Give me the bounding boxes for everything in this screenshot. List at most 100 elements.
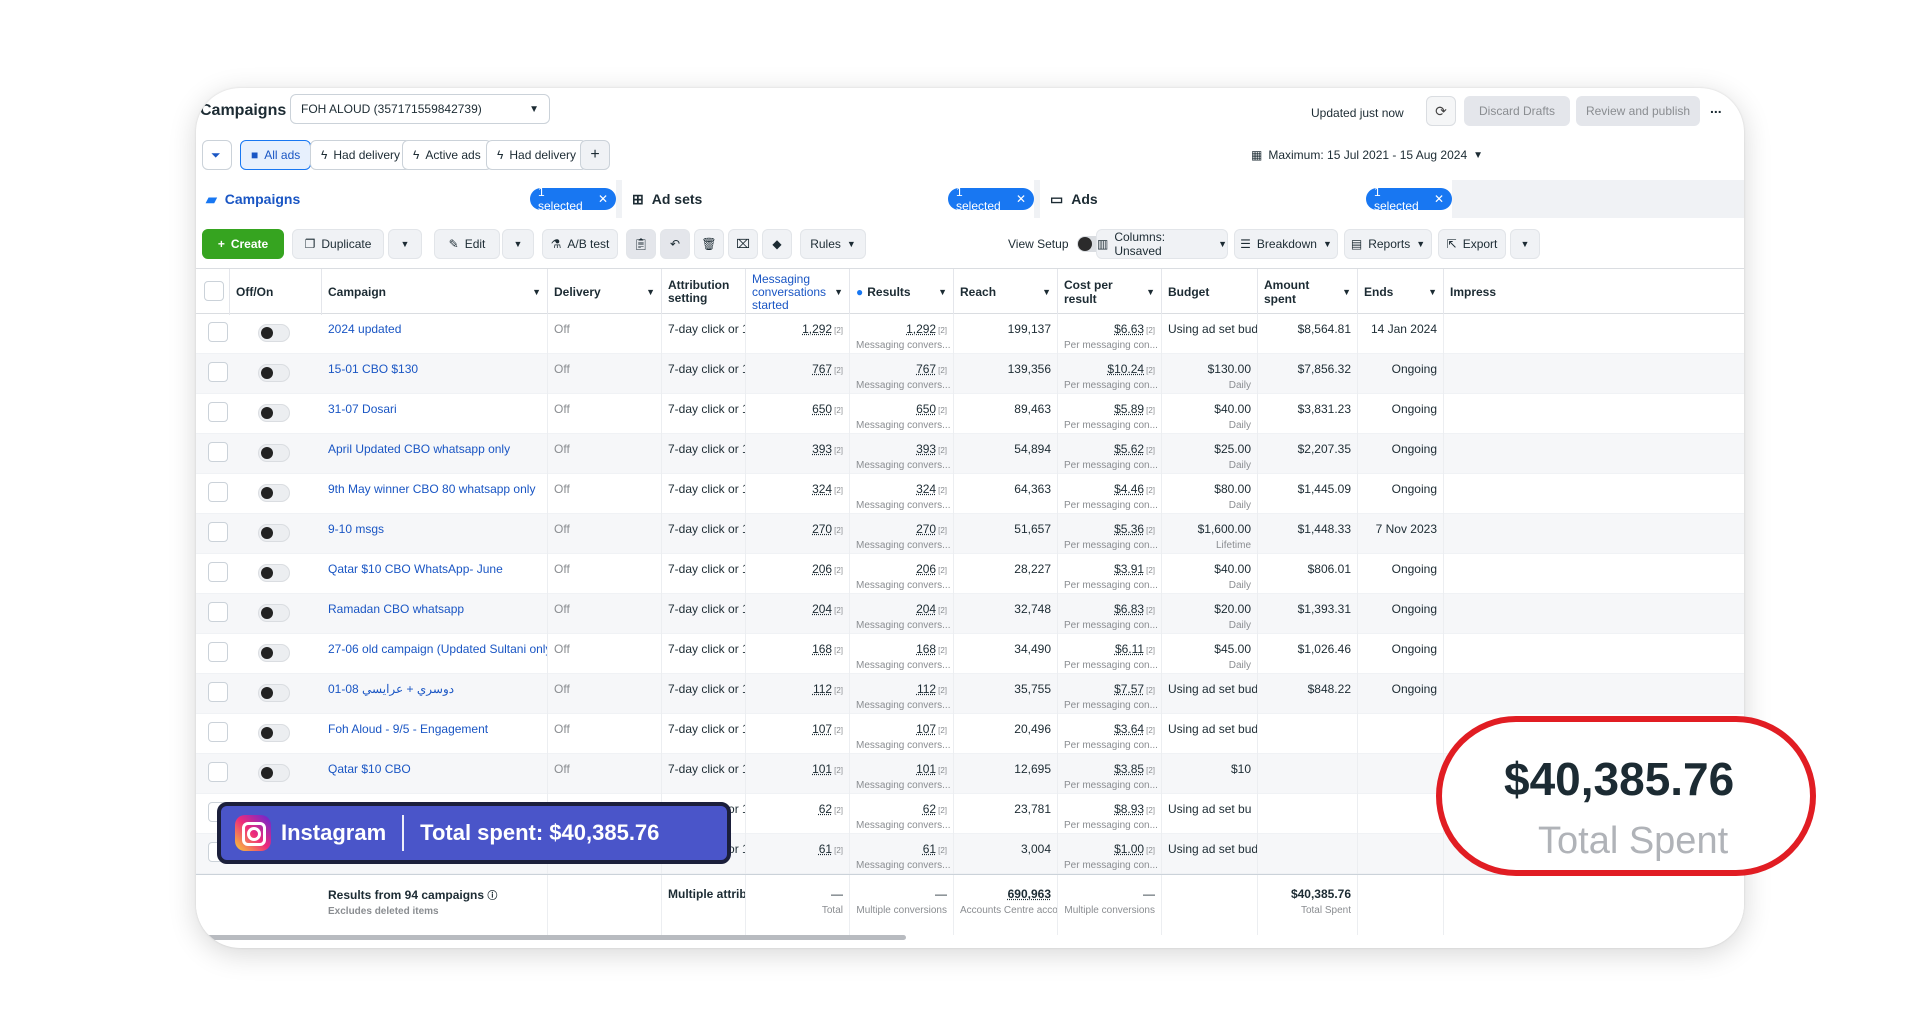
row-checkbox[interactable] [208, 442, 228, 462]
campaign-name-link[interactable]: Ramadan CBO whatsapp [322, 594, 548, 634]
row-checkbox[interactable] [208, 682, 228, 702]
row-checkbox[interactable] [208, 322, 228, 342]
table-row[interactable]: 15-01 CBO $130Off7-day click or 1...767[… [196, 354, 1744, 394]
column-messaging[interactable]: Messaging conversations started ▼ [746, 269, 850, 315]
review-publish-button[interactable]: Review and publish [1576, 96, 1700, 126]
more-options-button[interactable]: ... [1710, 100, 1722, 116]
campaign-name-link[interactable]: 9th May winner CBO 80 whatsapp only [322, 474, 548, 514]
export-dropdown[interactable]: ▼ [1510, 229, 1540, 259]
reports-button[interactable]: ▤ Reports ▼ [1344, 229, 1432, 259]
campaign-name-link[interactable]: 2024 updated [322, 314, 548, 354]
select-all-checkbox[interactable] [204, 281, 224, 301]
export-button[interactable]: ⇱ Export [1438, 229, 1506, 259]
row-checkbox[interactable] [208, 602, 228, 622]
row-checkbox[interactable] [208, 762, 228, 782]
table-row[interactable]: 31-07 DosariOff7-day click or 1...650[2]… [196, 394, 1744, 434]
clipboard-button[interactable]: 📋︎ [626, 229, 656, 259]
row-checkbox[interactable] [208, 562, 228, 582]
row-toggle[interactable] [258, 684, 290, 702]
add-filter-button[interactable]: + [580, 140, 610, 170]
row-checkbox[interactable] [208, 522, 228, 542]
table-row[interactable]: 01-08 دوسري + عرايسيOff7-day click or 1.… [196, 674, 1744, 714]
chip-had-delivery-2[interactable]: ϟ Had delivery [486, 140, 588, 170]
duplicate-dropdown[interactable]: ▼ [388, 229, 422, 259]
row-checkbox[interactable] [208, 722, 228, 742]
campaign-name-link[interactable]: 27-06 old campaign (Updated Sultani only… [322, 634, 548, 674]
column-budget[interactable]: Budget [1162, 269, 1258, 315]
column-campaign[interactable]: Campaign ▼ [322, 269, 548, 315]
column-cost-per-result[interactable]: Cost per result ▼ [1058, 269, 1162, 315]
date-range-picker[interactable]: ▦ Maximum: 15 Jul 2021 - 15 Aug 2024 ▼ [1251, 140, 1483, 170]
column-amount-spent[interactable]: Amount spent ▼ [1258, 269, 1358, 315]
edit-button[interactable]: ✎ Edit [434, 229, 500, 259]
tag-button[interactable]: ◆ [762, 229, 792, 259]
duplicate-button[interactable]: ❐ Duplicate [292, 229, 384, 259]
columns-button[interactable]: ▥ Columns: Unsaved ▼ [1096, 229, 1228, 259]
row-toggle[interactable] [258, 644, 290, 662]
row-toggle[interactable] [258, 564, 290, 582]
rules-button[interactable]: Rules ▼ [800, 229, 866, 259]
column-offon[interactable]: Off/On [230, 269, 322, 315]
table-row[interactable]: 9-10 msgsOff7-day click or 1...270[2]270… [196, 514, 1744, 554]
column-impressions[interactable]: Impress [1444, 269, 1744, 315]
row-checkbox[interactable] [208, 402, 228, 422]
row-toggle[interactable] [258, 324, 290, 342]
campaign-name-link[interactable]: Foh Aloud - 9/5 - Engagement [322, 714, 548, 754]
chip-all-ads[interactable]: ■ All ads [240, 140, 312, 170]
table-row[interactable]: Ramadan CBO whatsappOff7-day click or 1.… [196, 594, 1744, 634]
table-row[interactable]: 2024 updatedOff7-day click or 1...1,292[… [196, 314, 1744, 354]
row-toggle[interactable] [258, 524, 290, 542]
row-toggle[interactable] [258, 484, 290, 502]
close-icon[interactable]: ✕ [598, 192, 608, 206]
create-button[interactable]: + Create [202, 229, 284, 259]
tab-campaigns[interactable]: ▰ Campaigns 1 selected ✕ [196, 180, 616, 218]
campaign-name-link[interactable]: 31-07 Dosari [322, 394, 548, 434]
adsets-selected-pill[interactable]: 1 selected ✕ [948, 185, 1034, 213]
table-row[interactable]: 9th May winner CBO 80 whatsapp only Off 7-… [196, 474, 1744, 514]
row-toggle[interactable] [258, 764, 290, 782]
column-delivery[interactable]: Delivery ▼ [548, 269, 662, 315]
view-setup-toggle[interactable]: View Setup [1008, 236, 1105, 252]
breakdown-button[interactable]: ☰ Breakdown ▼ [1234, 229, 1338, 259]
row-toggle[interactable] [258, 604, 290, 622]
refresh-button[interactable]: ⟳ [1426, 96, 1456, 126]
row-checkbox[interactable] [208, 482, 228, 502]
horizontal-scrollbar[interactable] [206, 935, 906, 940]
chip-active-ads[interactable]: ϟ Active ads [402, 140, 492, 170]
campaign-name-link[interactable]: 15-01 CBO $130 [322, 354, 548, 394]
row-toggle[interactable] [258, 724, 290, 742]
row-toggle[interactable] [258, 364, 290, 382]
undo-button[interactable]: ↶ [660, 229, 690, 259]
row-checkbox[interactable] [208, 362, 228, 382]
preview-button[interactable]: ⌧ [728, 229, 758, 259]
delete-button[interactable]: 🗑︎ [694, 229, 724, 259]
table-row[interactable]: 27-06 old campaign (Updated Sultani only… [196, 634, 1744, 674]
account-select[interactable]: FOH ALOUD (357171559842739) ▼ [290, 94, 550, 124]
row-toggle[interactable] [258, 404, 290, 422]
campaign-name-link[interactable]: April Updated CBO whatsapp only [322, 434, 548, 474]
campaign-name-link[interactable]: 9-10 msgs [322, 514, 548, 554]
ads-selected-pill[interactable]: 1 selected ✕ [1366, 185, 1452, 213]
campaign-name-link[interactable]: 01-08 دوسري + عرايسي [322, 674, 548, 714]
close-icon[interactable]: ✕ [1016, 192, 1026, 206]
close-icon[interactable]: ✕ [1434, 192, 1444, 206]
filter-button[interactable]: ⏷ [202, 140, 232, 170]
ab-test-button[interactable]: ⚗ A/B test [542, 229, 618, 259]
discard-drafts-button[interactable]: Discard Drafts [1464, 96, 1570, 126]
column-ends[interactable]: Ends ▼ [1358, 269, 1444, 315]
campaigns-selected-pill[interactable]: 1 selected ✕ [530, 185, 616, 213]
row-toggle[interactable] [258, 444, 290, 462]
chevron-down-icon: ▼ [1428, 287, 1437, 297]
edit-dropdown[interactable]: ▼ [502, 229, 534, 259]
row-checkbox[interactable] [208, 642, 228, 662]
column-reach[interactable]: Reach ▼ [954, 269, 1058, 315]
campaign-name-link[interactable]: Qatar $10 CBO WhatsApp- June [322, 554, 548, 594]
table-row[interactable]: April Updated CBO whatsapp only Off 7-day … [196, 434, 1744, 474]
campaign-name-link[interactable]: Qatar $10 CBO [322, 754, 548, 794]
chip-had-delivery[interactable]: ϟ Had delivery [310, 140, 412, 170]
table-row[interactable]: Qatar $10 CBO WhatsApp- June Off 7-day cli… [196, 554, 1744, 594]
column-results[interactable]: ● Results ▼ [850, 269, 954, 315]
tab-ads[interactable]: ▭ Ads 1 selected ✕ [1040, 180, 1452, 218]
column-attribution[interactable]: Attribution setting [662, 269, 746, 315]
tab-adsets[interactable]: ⊞ Ad sets 1 selected ✕ [622, 180, 1034, 218]
